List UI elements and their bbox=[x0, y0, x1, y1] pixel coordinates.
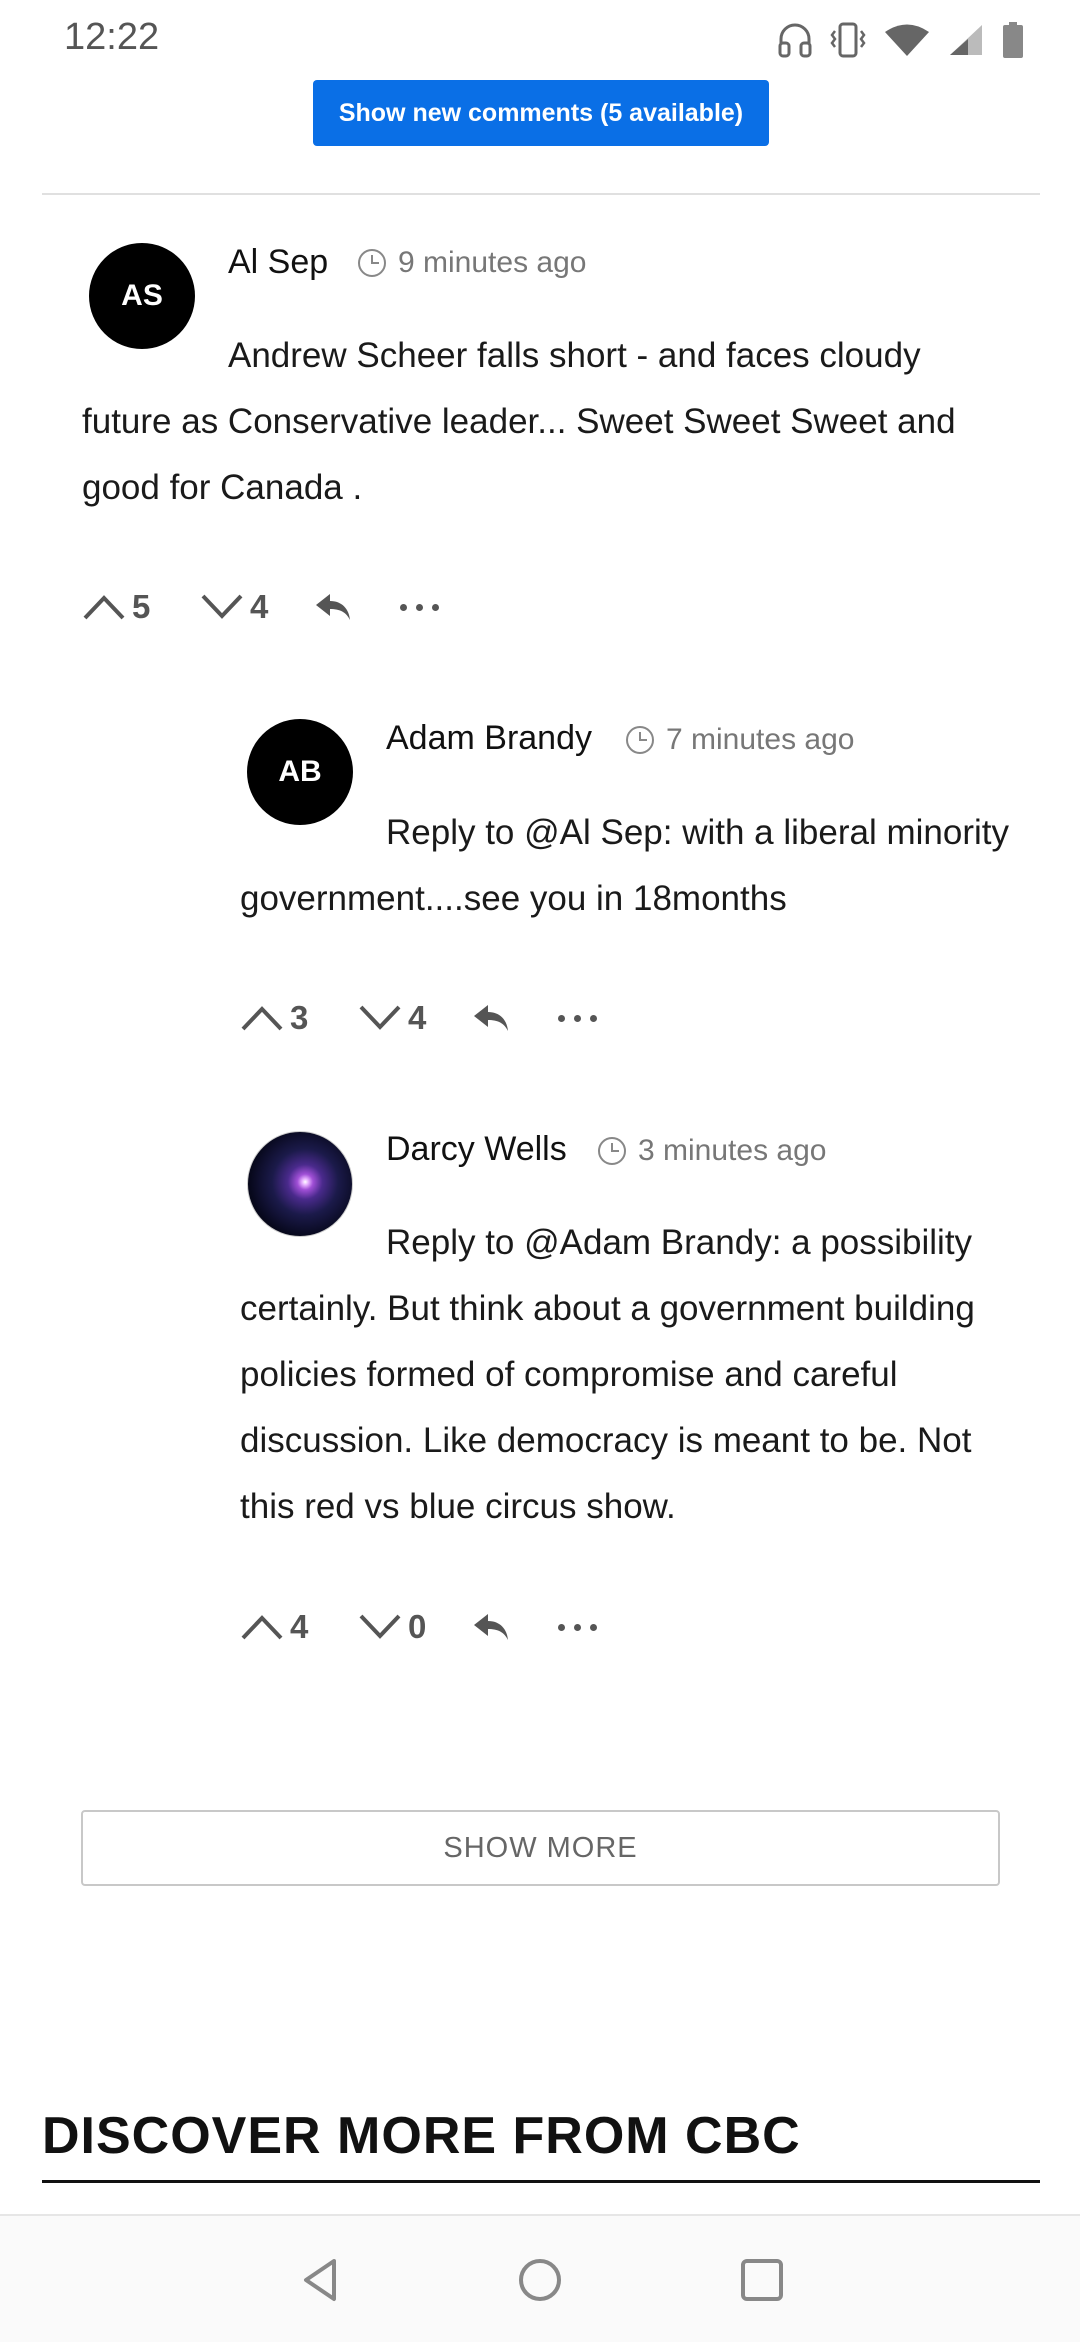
comment-time-text: 7 minutes ago bbox=[666, 723, 855, 756]
chevron-up-icon bbox=[241, 1006, 283, 1031]
more-options-button[interactable] bbox=[558, 1623, 597, 1631]
reply-icon bbox=[474, 1005, 508, 1031]
back-triangle-icon bbox=[304, 2259, 336, 2301]
reply-button[interactable] bbox=[472, 1612, 558, 1642]
signal-icon bbox=[950, 25, 982, 55]
vibrate-icon bbox=[830, 22, 866, 58]
recents-button[interactable] bbox=[738, 2256, 786, 2309]
heading-underline bbox=[42, 2180, 1040, 2183]
discover-more-heading: DISCOVER MORE FROM CBC bbox=[42, 2107, 801, 2165]
clock-icon bbox=[598, 1137, 626, 1165]
show-more-button[interactable]: SHOW MORE bbox=[81, 1810, 1000, 1886]
upvote-button[interactable]: 5 bbox=[82, 588, 200, 626]
comment-time-text: 3 minutes ago bbox=[638, 1134, 827, 1167]
comment-time-text: 9 minutes ago bbox=[398, 246, 587, 279]
chevron-up-icon bbox=[83, 595, 125, 620]
downvote-count: 4 bbox=[250, 588, 269, 625]
upvote-count: 3 bbox=[290, 999, 309, 1036]
chevron-up-icon bbox=[241, 1615, 283, 1640]
upvote-count: 5 bbox=[132, 588, 151, 625]
back-button[interactable] bbox=[296, 2256, 344, 2309]
downvote-count: 0 bbox=[408, 1608, 427, 1645]
reply-icon bbox=[316, 594, 350, 620]
more-options-button[interactable] bbox=[400, 603, 439, 611]
comment-author[interactable]: Al Sep bbox=[228, 243, 328, 282]
comment-text: Reply to @Adam Brandy: a possibility cer… bbox=[240, 1223, 975, 1526]
upvote-count: 4 bbox=[290, 1608, 309, 1645]
clock-icon bbox=[626, 726, 654, 754]
home-circle-icon bbox=[519, 2259, 561, 2301]
headphones-icon bbox=[778, 23, 812, 58]
navigation-bar bbox=[0, 2214, 1080, 2342]
clock-icon bbox=[358, 249, 386, 277]
comment-actions: 3 4 bbox=[240, 988, 597, 1048]
downvote-count: 4 bbox=[408, 999, 427, 1036]
comment-actions: 4 0 bbox=[240, 1597, 597, 1657]
chevron-down-icon bbox=[201, 594, 243, 619]
home-button[interactable] bbox=[516, 2256, 564, 2309]
comment-timestamp: 7 minutes ago bbox=[624, 723, 854, 757]
upvote-button[interactable]: 3 bbox=[240, 999, 358, 1037]
show-new-comments-button[interactable]: Show new comments (5 available) bbox=[313, 80, 769, 146]
comment-author[interactable]: Adam Brandy bbox=[386, 719, 592, 758]
upvote-button[interactable]: 4 bbox=[240, 1608, 358, 1646]
divider bbox=[42, 193, 1040, 195]
status-bar: 12:22 bbox=[0, 0, 1080, 78]
wifi-icon bbox=[885, 24, 929, 56]
status-time: 12:22 bbox=[64, 16, 160, 58]
comment-actions: 5 4 bbox=[82, 577, 439, 637]
comment-timestamp: 9 minutes ago bbox=[356, 246, 586, 280]
recents-square-icon bbox=[741, 2259, 783, 2301]
reply-icon bbox=[474, 1614, 508, 1640]
comment-author[interactable]: Darcy Wells bbox=[386, 1130, 567, 1169]
chevron-down-icon bbox=[359, 1614, 401, 1639]
status-icons bbox=[778, 18, 1024, 62]
downvote-button[interactable]: 4 bbox=[358, 999, 472, 1037]
reply-button[interactable] bbox=[314, 592, 400, 622]
comment-text: Reply to @Al Sep: with a liberal minorit… bbox=[240, 813, 1009, 918]
downvote-button[interactable]: 0 bbox=[358, 1608, 472, 1646]
more-options-button[interactable] bbox=[558, 1014, 597, 1022]
comment-text: Andrew Scheer falls short - and faces cl… bbox=[82, 336, 956, 507]
reply-button[interactable] bbox=[472, 1003, 558, 1033]
downvote-button[interactable]: 4 bbox=[200, 588, 314, 626]
battery-icon bbox=[1003, 22, 1023, 58]
comment-timestamp: 3 minutes ago bbox=[596, 1134, 826, 1168]
chevron-down-icon bbox=[359, 1005, 401, 1030]
